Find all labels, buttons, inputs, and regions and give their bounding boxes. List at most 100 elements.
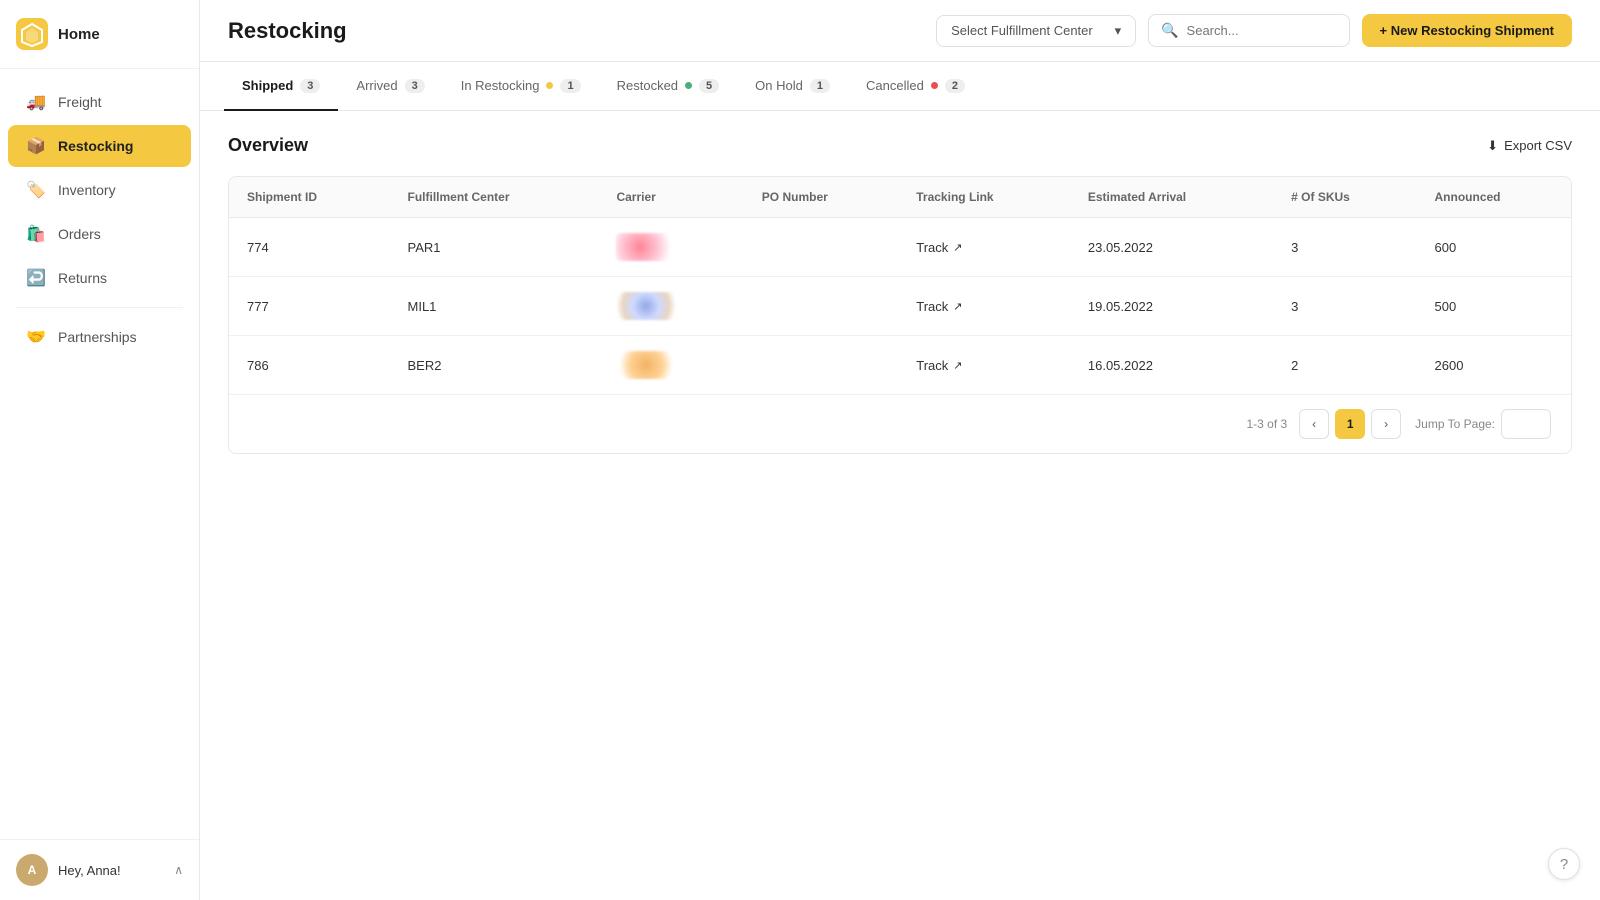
help-button[interactable]: ? [1548, 848, 1580, 880]
col-num-skus: # Of SKUs [1273, 177, 1416, 218]
sidebar-item-label-inventory: Inventory [58, 182, 116, 198]
sidebar-item-label-freight: Freight [58, 94, 102, 110]
carrier-logo-774 [598, 218, 743, 277]
shipment-id-777: 777 [229, 277, 390, 336]
export-csv-button[interactable]: ⬇ Export CSV [1487, 138, 1572, 154]
tab-on-hold[interactable]: On Hold 1 [737, 62, 848, 111]
num-skus-774: 3 [1273, 218, 1416, 277]
topbar-right: Select Fulfillment Center ▾ 🔍 + New Rest… [936, 14, 1572, 47]
col-announced: Announced [1417, 177, 1571, 218]
tab-on-hold-label: On Hold [755, 78, 803, 93]
tab-in-restocking[interactable]: In Restocking 1 [443, 62, 599, 111]
fulfillment-center-774: PAR1 [390, 218, 599, 277]
col-tracking-link: Tracking Link [898, 177, 1070, 218]
tab-arrived-label: Arrived [356, 78, 397, 93]
tracking-777[interactable]: Track ↗ [898, 277, 1070, 336]
content-area: Shipped 3 Arrived 3 In Restocking 1 Rest… [200, 62, 1600, 900]
logo-icon [16, 18, 48, 50]
content-inner: Shipped 3 Arrived 3 In Restocking 1 Rest… [200, 62, 1600, 900]
dropdown-chevron-icon: ▾ [1115, 23, 1122, 39]
num-skus-786: 2 [1273, 336, 1416, 395]
user-name: Hey, Anna! [58, 863, 121, 878]
num-skus-777: 3 [1273, 277, 1416, 336]
pagination-page-1-button[interactable]: 1 [1335, 409, 1365, 439]
carrier-logo-786 [598, 336, 743, 395]
estimated-arrival-774: 23.05.2022 [1070, 218, 1273, 277]
col-po-number: PO Number [744, 177, 898, 218]
estimated-arrival-777: 19.05.2022 [1070, 277, 1273, 336]
shipment-id-774: 774 [229, 218, 390, 277]
tab-restocked[interactable]: Restocked 5 [599, 62, 738, 111]
external-link-icon: ↗ [953, 359, 962, 372]
tab-cancelled[interactable]: Cancelled 2 [848, 62, 983, 111]
new-restocking-shipment-button[interactable]: + New Restocking Shipment [1362, 14, 1572, 47]
chevron-up-icon[interactable]: ∧ [174, 863, 183, 877]
sidebar-item-partnerships[interactable]: 🤝 Partnerships [8, 316, 191, 358]
sidebar-item-label-returns: Returns [58, 270, 107, 286]
restocked-dot [685, 82, 692, 89]
shipments-table-wrap: Shipment ID Fulfillment Center Carrier P… [228, 176, 1572, 454]
search-input[interactable] [1187, 23, 1337, 38]
sidebar-item-freight[interactable]: 🚚 Freight [8, 81, 191, 123]
sidebar-item-inventory[interactable]: 🏷️ Inventory [8, 169, 191, 211]
pagination-next-button[interactable]: › [1371, 409, 1401, 439]
jump-to-page-input[interactable] [1501, 409, 1551, 439]
external-link-icon: ↗ [953, 241, 962, 254]
logo[interactable]: Home [0, 0, 199, 69]
carrier-logo-pink [616, 233, 676, 261]
cancelled-dot [931, 82, 938, 89]
freight-icon: 🚚 [26, 92, 46, 112]
pagination-info: 1-3 of 3 [1246, 417, 1287, 431]
topbar: Restocking Select Fulfillment Center ▾ 🔍… [200, 0, 1600, 62]
tab-arrived-badge: 3 [405, 79, 425, 93]
sidebar-item-label-partnerships: Partnerships [58, 329, 137, 345]
sidebar-item-orders[interactable]: 🛍️ Orders [8, 213, 191, 255]
col-carrier: Carrier [598, 177, 743, 218]
tab-shipped[interactable]: Shipped 3 [224, 62, 338, 111]
external-link-icon: ↗ [953, 300, 962, 313]
track-link-777[interactable]: Track ↗ [916, 299, 1052, 314]
user-info[interactable]: A Hey, Anna! [16, 854, 121, 886]
carrier-logo-blue [616, 292, 676, 320]
tracking-786[interactable]: Track ↗ [898, 336, 1070, 395]
announced-786: 2600 [1417, 336, 1571, 395]
sidebar-nav: 🚚 Freight 📦 Restocking 🏷️ Inventory 🛍️ O… [0, 69, 199, 839]
overview-title: Overview [228, 135, 308, 156]
track-link-786[interactable]: Track ↗ [916, 358, 1052, 373]
track-link-774[interactable]: Track ↗ [916, 240, 1052, 255]
table-header-row: Shipment ID Fulfillment Center Carrier P… [229, 177, 1571, 218]
tab-in-restocking-label: In Restocking [461, 78, 540, 93]
restocking-icon: 📦 [26, 136, 46, 156]
po-number-777 [744, 277, 898, 336]
sidebar-bottom: A Hey, Anna! ∧ [0, 839, 199, 900]
po-number-786 [744, 336, 898, 395]
search-box[interactable]: 🔍 [1148, 14, 1349, 47]
tracking-774[interactable]: Track ↗ [898, 218, 1070, 277]
po-number-774 [744, 218, 898, 277]
search-icon: 🔍 [1161, 22, 1178, 39]
in-restocking-dot [546, 82, 553, 89]
carrier-logo-777 [598, 277, 743, 336]
inventory-icon: 🏷️ [26, 180, 46, 200]
main-content: Restocking Select Fulfillment Center ▾ 🔍… [200, 0, 1600, 900]
sidebar: Home 🚚 Freight 📦 Restocking 🏷️ Inventory… [0, 0, 200, 900]
shipment-id-786: 786 [229, 336, 390, 395]
estimated-arrival-786: 16.05.2022 [1070, 336, 1273, 395]
tab-arrived[interactable]: Arrived 3 [338, 62, 442, 111]
overview-section: Overview ⬇ Export CSV Shipment ID Fulfil… [200, 111, 1600, 478]
tab-shipped-label: Shipped [242, 78, 293, 93]
fulfillment-center-select[interactable]: Select Fulfillment Center ▾ [936, 15, 1136, 47]
tabs-bar: Shipped 3 Arrived 3 In Restocking 1 Rest… [200, 62, 1600, 111]
tab-cancelled-label: Cancelled [866, 78, 924, 93]
avatar: A [16, 854, 48, 886]
sidebar-divider [16, 307, 183, 308]
tab-shipped-badge: 3 [300, 79, 320, 93]
sidebar-item-returns[interactable]: ↩️ Returns [8, 257, 191, 299]
overview-header: Overview ⬇ Export CSV [228, 135, 1572, 156]
table-row: 774 PAR1 Track ↗ [229, 218, 1571, 277]
sidebar-item-label-orders: Orders [58, 226, 101, 242]
fulfillment-center-786: BER2 [390, 336, 599, 395]
pagination-prev-button[interactable]: ‹ [1299, 409, 1329, 439]
sidebar-item-restocking[interactable]: 📦 Restocking [8, 125, 191, 167]
carrier-logo-orange [616, 351, 676, 379]
